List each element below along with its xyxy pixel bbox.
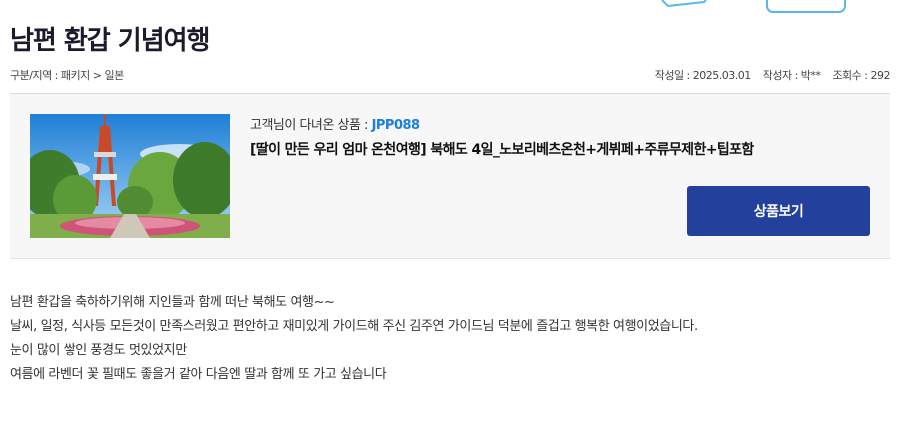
product-code-line: 고객님이 다녀온 상품 : JPP088	[250, 114, 420, 133]
post-meta: 구분/지역 : 패키지 > 일본 작성일 : 2025.03.01 작성자 : …	[10, 67, 890, 83]
product-thumbnail[interactable]	[30, 114, 230, 238]
product-intro-label: 고객님이 다녀온 상품 :	[250, 118, 372, 133]
category-breadcrumb: 구분/지역 : 패키지 > 일본	[10, 69, 124, 82]
review-line: 여름에 라벤더 꽃 필때도 좋을거 같아 다음엔 딸과 함께 또 가고 싶습니다	[10, 367, 387, 382]
tv-tower-photo	[30, 114, 230, 238]
product-code: JPP088	[371, 118, 421, 133]
view-product-button[interactable]: 상품보기	[687, 186, 870, 236]
product-name[interactable]: [딸이 만든 우리 엄마 온천여행] 북해도 4일_노보리베츠온천+게뷔페+주류…	[250, 139, 754, 159]
product-card: 고객님이 다녀온 상품 : JPP088 [딸이 만든 우리 엄마 온천여행] …	[10, 94, 890, 259]
post-info: 작성일 : 2025.03.01 작성자 : 박** 조회수 : 292	[646, 67, 891, 83]
review-body: 남편 환갑을 축하하기위해 지인들과 함께 떠난 북해도 여행~~ 날씨, 일정…	[10, 291, 698, 387]
review-line: 남편 환갑을 축하하기위해 지인들과 함께 떠난 북해도 여행~~	[10, 295, 335, 310]
post-author: 작성자 : 박**	[762, 69, 821, 82]
post-date: 작성일 : 2025.03.01	[654, 69, 752, 82]
page-title: 남편 환갑 기념여행	[10, 26, 210, 56]
post-views: 조회수 : 292	[832, 69, 890, 82]
review-line: 날씨, 일정, 식사등 모든것이 만족스러웠고 편안하고 재미있게 가이드해 주…	[10, 319, 698, 334]
decorative-illustration	[661, 0, 846, 13]
review-line: 눈이 많이 쌓인 풍경도 멋있었지만	[10, 343, 187, 358]
